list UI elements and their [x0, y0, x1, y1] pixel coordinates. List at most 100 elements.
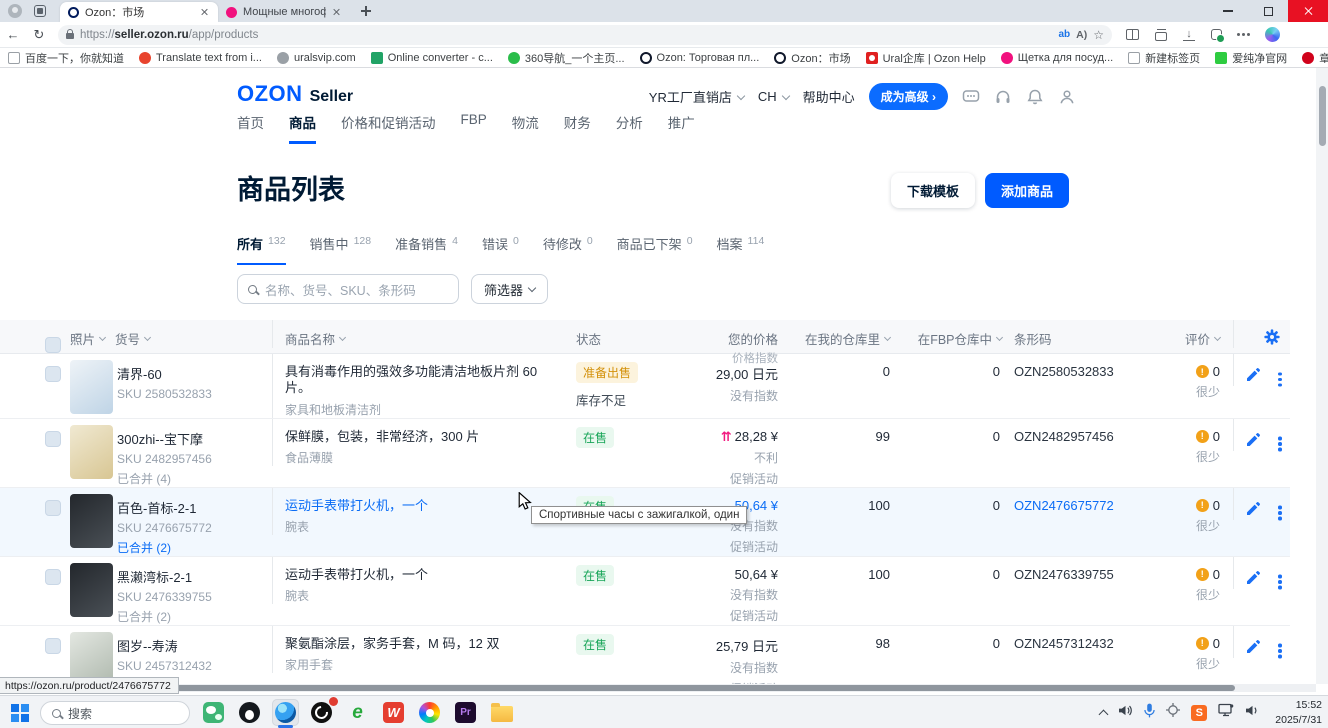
column-photo[interactable]: 照片 [70, 320, 115, 348]
filters-button[interactable]: 筛选器 [471, 274, 548, 304]
product-name[interactable]: 保鲜膜，包装，非常经济，300 片 [285, 429, 558, 445]
store-selector[interactable]: YR工厂直销店 [649, 87, 744, 106]
vertical-scrollbar[interactable] [1316, 68, 1328, 684]
refresh-icon[interactable]: ↻ [26, 27, 52, 43]
column-stock[interactable]: 在我的仓库里 [790, 320, 900, 348]
more-icon[interactable] [1242, 33, 1245, 36]
profile-avatar-icon[interactable] [8, 4, 22, 18]
remote-icon[interactable] [1166, 703, 1180, 722]
row-menu-icon[interactable] [1278, 571, 1282, 589]
product-name[interactable]: 运动手表带打火机，一个 [285, 567, 558, 583]
split-screen-icon[interactable] [1126, 29, 1139, 40]
read-aloud-icon[interactable] [1076, 29, 1087, 41]
microphone-icon[interactable] [1144, 703, 1155, 723]
volume-icon[interactable] [1118, 704, 1133, 722]
row-menu-icon[interactable] [1278, 640, 1282, 658]
tab-close-icon[interactable] [332, 7, 342, 17]
filter-tab[interactable]: 档案114 [717, 234, 765, 265]
search-input[interactable]: 名称、货号、SKU、条形码 [237, 274, 459, 304]
bookmark-item[interactable]: Ozon：市场 [774, 50, 850, 66]
chat-icon[interactable] [962, 88, 980, 106]
browser-tab[interactable]: Мощные многофункциональнь [218, 2, 350, 22]
bookmark-item[interactable]: uralsvip.com [277, 52, 356, 64]
url-text[interactable]: https://seller.ozon.ru/app/products [80, 29, 1052, 41]
person-icon[interactable] [1058, 88, 1076, 106]
star-icon[interactable]: ☆ [1093, 28, 1104, 42]
price-value[interactable]: 29,00 日元 [716, 367, 778, 382]
price-value[interactable]: 25,79 日元 [716, 639, 778, 654]
product-photo[interactable] [70, 360, 113, 414]
headset-icon[interactable] [994, 88, 1012, 106]
wps-icon[interactable] [380, 699, 407, 726]
maximize-button[interactable] [1248, 0, 1288, 22]
price-value[interactable]: 28,28 ¥ [735, 429, 778, 444]
column-rating[interactable]: 评价 [1145, 320, 1233, 348]
workspaces-icon[interactable] [34, 5, 46, 17]
tab-close-icon[interactable] [200, 7, 210, 17]
edit-pencil-icon[interactable] [1247, 502, 1260, 520]
premiere-icon[interactable] [452, 699, 479, 726]
copilot-icon[interactable] [1265, 27, 1280, 42]
close-button[interactable] [1288, 0, 1328, 22]
add-product-button[interactable]: 添加商品 [985, 173, 1069, 208]
product-article[interactable]: 图岁--寿涛 [117, 636, 264, 655]
extensions-icon[interactable] [1211, 29, 1222, 40]
collections-icon[interactable] [1155, 32, 1167, 41]
table-row[interactable]: 清界-60 SKU 2580532833 具有消毒作用的强效多功能清洁地板片剂 … [0, 354, 1290, 419]
taskbar-search[interactable]: 搜索 [40, 701, 190, 725]
price-value[interactable]: 50,64 ¥ [735, 567, 778, 582]
merged-label[interactable]: 已合并 (2) [117, 539, 264, 556]
row-menu-icon[interactable] [1278, 368, 1282, 386]
product-article[interactable]: 百色-首标-2-1 [117, 498, 264, 517]
bookmark-item[interactable]: Online converter - c... [371, 52, 493, 64]
column-fbp[interactable]: 在FBP仓库中 [900, 320, 1010, 348]
horizontal-scrollbar-thumb[interactable] [0, 685, 1235, 691]
row-checkbox[interactable] [45, 366, 61, 382]
filter-tab[interactable]: 销售中128 [310, 234, 372, 265]
column-article[interactable]: 货号 [115, 320, 272, 348]
nav-item[interactable]: 商品 [289, 112, 316, 144]
product-article[interactable]: 300zhi--宝下摩 [117, 429, 264, 448]
row-menu-icon[interactable] [1278, 433, 1282, 451]
bookmark-item[interactable]: 360导航_一个主页... [508, 50, 625, 66]
windows-start-icon[interactable] [11, 704, 29, 722]
row-checkbox[interactable] [45, 638, 61, 654]
edit-pencil-icon[interactable] [1247, 571, 1260, 589]
sogou-icon[interactable] [1191, 705, 1207, 721]
select-all-checkbox[interactable] [45, 337, 61, 353]
wechat-icon[interactable] [200, 699, 227, 726]
premium-button[interactable]: 成为高级 › [869, 83, 948, 110]
chevron-up-icon[interactable] [1099, 709, 1109, 719]
minimize-button[interactable] [1208, 0, 1248, 22]
product-article[interactable]: 黑濑湾标-2-1 [117, 567, 264, 586]
nav-item[interactable]: 物流 [512, 112, 539, 144]
qq-icon[interactable] [236, 699, 263, 726]
product-article[interactable]: 清界-60 [117, 364, 264, 383]
edit-pencil-icon[interactable] [1247, 433, 1260, 451]
bell-icon[interactable] [1026, 88, 1044, 106]
edge-icon[interactable] [272, 699, 299, 726]
edit-pencil-icon[interactable] [1247, 368, 1260, 386]
table-row[interactable]: 黑濑湾标-2-1 SKU 2476339755 已合并 (2) 运动手表带打火机… [0, 557, 1290, 626]
barcode[interactable]: OZN2476675772 [1010, 488, 1145, 513]
speaker-icon[interactable] [1245, 704, 1260, 722]
table-row[interactable]: 300zhi--宝下摩 SKU 2482957456 已合并 (4) 保鲜膜，包… [0, 419, 1290, 488]
language-selector[interactable]: CH [758, 89, 789, 104]
merged-label[interactable]: 已合并 (2) [117, 608, 264, 625]
nav-item[interactable]: FBP [461, 112, 487, 144]
row-checkbox[interactable] [45, 500, 61, 516]
nav-item[interactable]: 推广 [668, 112, 695, 144]
folder-icon[interactable] [488, 699, 515, 726]
obs-icon[interactable] [308, 699, 335, 726]
bookmark-item[interactable]: 爱纯净官网 [1215, 50, 1287, 66]
lock-icon[interactable] [66, 33, 74, 39]
bookmark-item[interactable]: Ural企库 | Ozon Help [866, 50, 986, 66]
taskbar-clock[interactable]: 15:52 2025/7/31 [1275, 698, 1322, 726]
column-name[interactable]: 商品名称 [272, 320, 570, 348]
display-icon[interactable] [1218, 703, 1234, 722]
bookmark-item[interactable]: 百度一下，你就知道 [8, 50, 124, 66]
gear-icon[interactable] [1264, 334, 1280, 348]
translate-icon[interactable] [1058, 29, 1070, 40]
bookmark-item[interactable]: 新建标签页 [1128, 50, 1200, 66]
ie-icon[interactable] [344, 699, 371, 726]
